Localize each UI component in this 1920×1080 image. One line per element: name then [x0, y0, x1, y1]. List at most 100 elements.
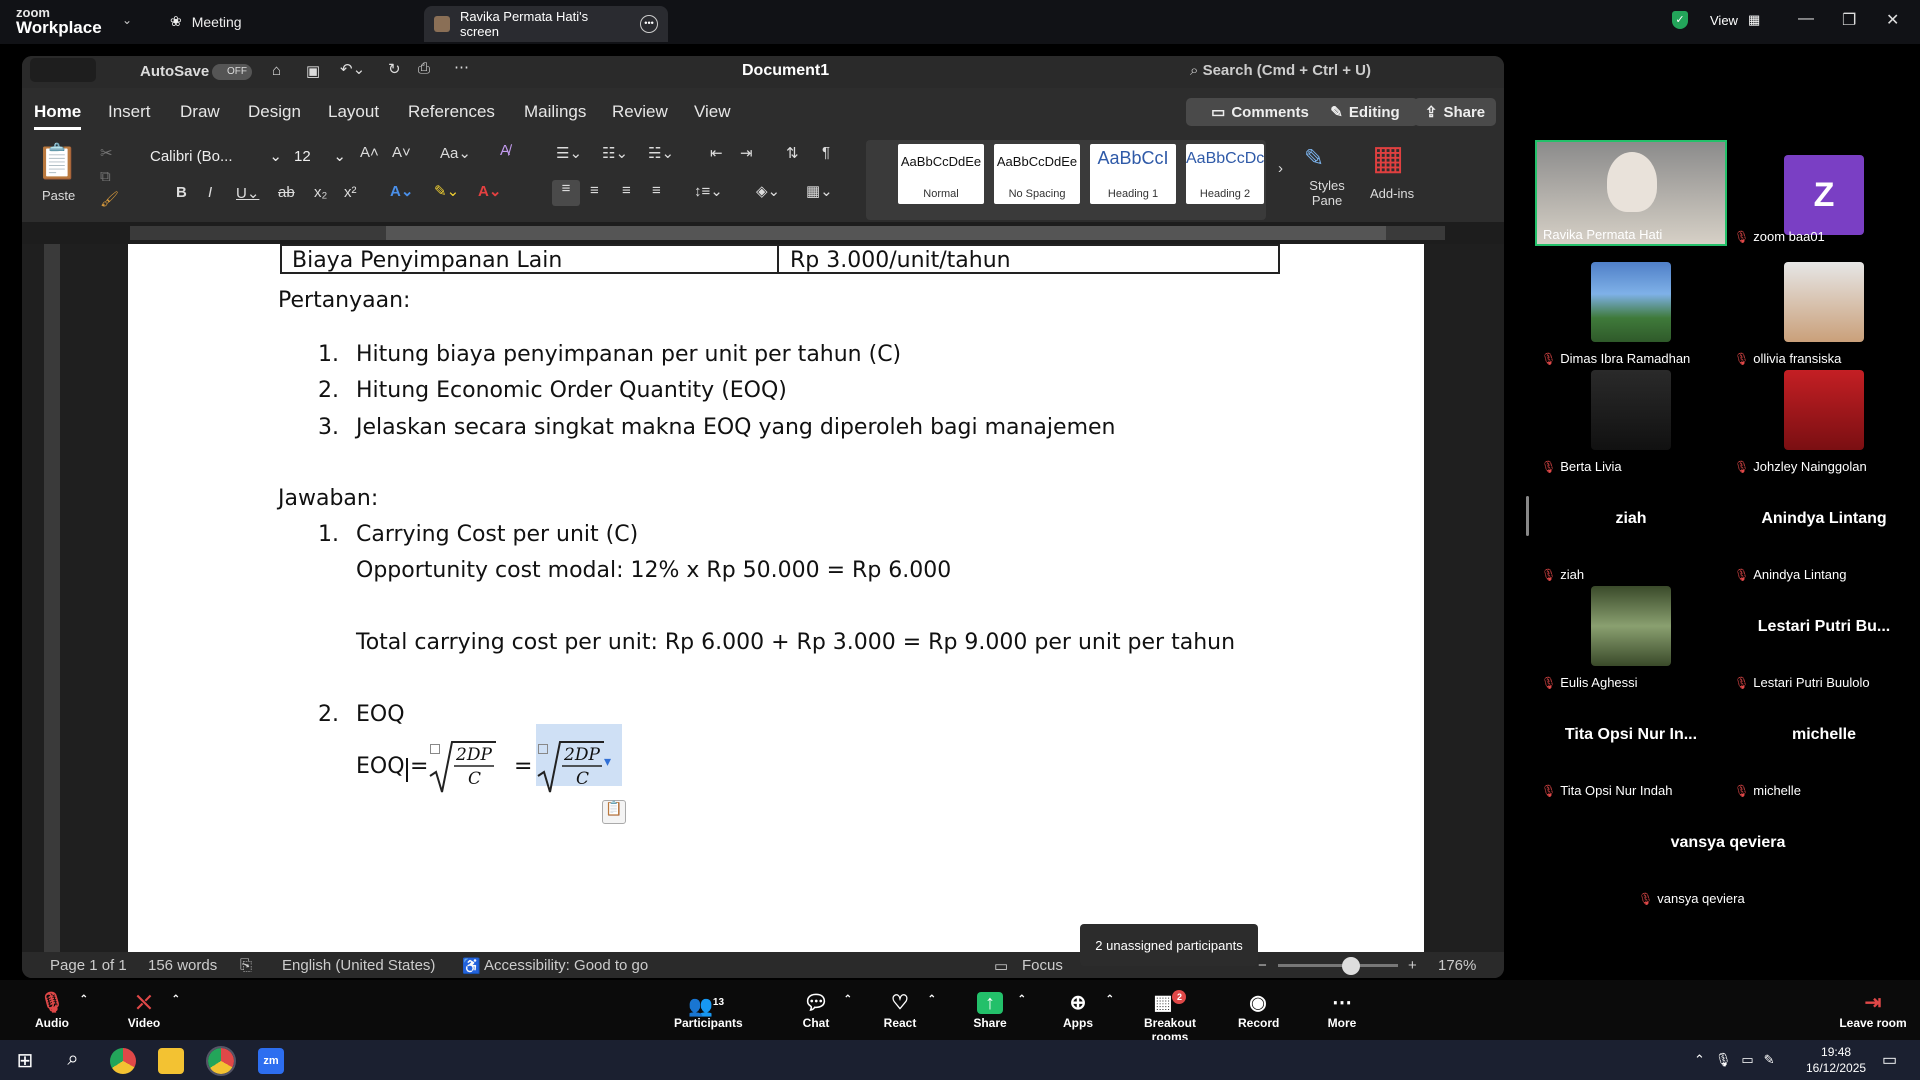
- editing-button[interactable]: ✎ Editing: [1312, 98, 1418, 126]
- file-explorer-icon[interactable]: [158, 1048, 184, 1074]
- decrease-indent-icon[interactable]: ⇤: [710, 144, 723, 162]
- restore-icon[interactable]: ❐: [1842, 10, 1856, 30]
- language-status[interactable]: English (United States): [282, 957, 435, 974]
- more-button[interactable]: ⋯ More: [1322, 990, 1362, 1030]
- line-spacing-icon[interactable]: ↕≡⌄: [694, 182, 723, 200]
- increase-indent-icon[interactable]: ⇥: [740, 144, 753, 162]
- font-size-select[interactable]: 12 ⌄: [290, 144, 350, 168]
- tab-design[interactable]: Design: [248, 102, 301, 122]
- strikethrough-icon[interactable]: ab: [278, 184, 295, 201]
- clock[interactable]: 19:48 16/12/2025: [1806, 1044, 1866, 1076]
- tab-mailings[interactable]: Mailings: [524, 102, 586, 122]
- font-name-select[interactable]: Calibri (Bo... ⌄: [146, 144, 286, 168]
- paste-label[interactable]: Paste: [42, 188, 75, 203]
- participant-tile[interactable]: Tita Opsi Nur In... 🎙︎ Tita Opsi Nur Inda…: [1535, 694, 1727, 800]
- participants-button[interactable]: 👥13 Participants: [674, 990, 743, 1030]
- system-tray-icons[interactable]: ⌃🎙︎▭✎: [1694, 1052, 1785, 1068]
- justify-icon[interactable]: ≡: [652, 182, 661, 199]
- breakout-rooms-button[interactable]: ▦ 2 Breakout rooms: [1126, 990, 1214, 1044]
- document-page[interactable]: Biaya Penyimpanan Lain Rp 3.000/unit/tah…: [128, 244, 1424, 952]
- copy-icon[interactable]: ⧉: [100, 168, 111, 185]
- cut-icon[interactable]: ✂: [100, 144, 113, 162]
- underline-icon[interactable]: U⌄: [236, 184, 259, 202]
- styles-pane-icon[interactable]: ✎: [1304, 144, 1324, 173]
- focus-button[interactable]: Focus: [1022, 957, 1063, 974]
- align-left-icon[interactable]: ≡: [552, 180, 580, 206]
- align-center-icon[interactable]: ≡: [590, 182, 599, 199]
- tab-review[interactable]: Review: [612, 102, 668, 122]
- participant-tile[interactable]: 🎙︎ Berta Livia: [1535, 370, 1727, 476]
- proofing-icon[interactable]: ⎘: [240, 957, 252, 974]
- zoom-level[interactable]: 176%: [1438, 957, 1476, 974]
- sidebar-toggle-icon[interactable]: [30, 58, 96, 82]
- tab-layout[interactable]: Layout: [328, 102, 379, 122]
- style-heading-2[interactable]: AaBbCcDc Heading 2: [1186, 144, 1264, 204]
- tab-draw[interactable]: Draw: [180, 102, 220, 122]
- subscript-icon[interactable]: x₂: [314, 184, 327, 201]
- search-icon[interactable]: ⌕: [60, 1048, 86, 1074]
- notification-icon[interactable]: ▭: [1882, 1050, 1897, 1070]
- page-count[interactable]: Page 1 of 1: [50, 957, 127, 974]
- autosave-toggle[interactable]: OFF: [212, 64, 252, 80]
- windows-start-icon[interactable]: ⊞: [12, 1048, 38, 1074]
- gallery-scrollbar[interactable]: [1526, 496, 1529, 536]
- bullets-icon[interactable]: ☰⌄: [556, 144, 582, 162]
- zoom-slider[interactable]: [1278, 964, 1398, 967]
- paste-options-icon[interactable]: 📋: [602, 800, 626, 824]
- chevron-right-icon[interactable]: ›: [1278, 160, 1283, 177]
- styles-pane-label[interactable]: Styles Pane: [1302, 178, 1352, 208]
- addins-icon[interactable]: ▦: [1372, 138, 1404, 178]
- more-options-icon[interactable]: •••: [640, 15, 658, 33]
- participant-tile[interactable]: michelle 🎙︎ michelle: [1728, 694, 1920, 800]
- audio-button[interactable]: 🎙︎ Audio ⌃: [32, 990, 88, 1030]
- equation-options-icon[interactable]: ▾: [604, 754, 611, 770]
- accessibility-status[interactable]: Accessibility: Good to go: [484, 957, 648, 974]
- shading-icon[interactable]: ◈⌄: [756, 182, 780, 200]
- chevron-up-icon[interactable]: ⌃: [1018, 994, 1026, 1005]
- participant-tile[interactable]: Z 🎙︎ zoom baa01: [1728, 140, 1920, 246]
- participant-tile[interactable]: 🎙︎ ollivia fransiska: [1728, 262, 1920, 368]
- highlight-icon[interactable]: ✎⌄: [434, 182, 459, 200]
- chevron-up-icon[interactable]: ⌃: [928, 994, 936, 1005]
- addins-label[interactable]: Add-ins: [1370, 186, 1414, 201]
- chat-button[interactable]: 💬︎ Chat ⌃: [796, 990, 852, 1030]
- style-no-spacing[interactable]: AaBbCcDdEe No Spacing: [994, 144, 1080, 204]
- tab-home[interactable]: Home: [34, 102, 82, 130]
- font-color-icon[interactable]: A⌄: [478, 182, 501, 200]
- tab-view[interactable]: View: [694, 102, 731, 122]
- shrink-font-icon[interactable]: A˅: [392, 144, 411, 161]
- share-screen-button[interactable]: ↑ Share ⌃: [970, 990, 1026, 1030]
- chevron-up-icon[interactable]: ⌃: [172, 994, 180, 1005]
- chevron-down-icon[interactable]: ⌄: [122, 13, 132, 27]
- shared-screen-tab[interactable]: Ravika Permata Hati's screen •••: [424, 6, 668, 42]
- home-icon[interactable]: ⌂: [272, 62, 281, 79]
- participant-tile[interactable]: ziah 🎙︎ ziah: [1535, 478, 1727, 584]
- zoom-app-icon[interactable]: zm: [258, 1048, 284, 1074]
- tab-insert[interactable]: Insert: [108, 102, 151, 122]
- redo-icon[interactable]: ↻: [388, 60, 401, 78]
- grow-font-icon[interactable]: A˄: [360, 144, 379, 161]
- close-icon[interactable]: ✕: [1886, 10, 1899, 30]
- participant-tile[interactable]: Lestari Putri Bu... 🎙︎ Lestari Putri Buul…: [1728, 586, 1920, 692]
- participant-tile[interactable]: vansya qeviera 🎙︎ vansya qeviera: [1632, 802, 1824, 908]
- meeting-tab[interactable]: ❀ Meeting: [170, 13, 242, 30]
- zoom-in-icon[interactable]: +: [1408, 957, 1417, 974]
- clear-format-icon[interactable]: A̸: [500, 142, 510, 159]
- chrome-icon[interactable]: [110, 1048, 136, 1074]
- chevron-up-icon[interactable]: ⌃: [1106, 994, 1114, 1005]
- word-count[interactable]: 156 words: [148, 957, 217, 974]
- print-icon[interactable]: ⎙: [418, 60, 430, 77]
- chevron-up-icon[interactable]: ⌃: [80, 994, 88, 1005]
- tab-references[interactable]: References: [408, 102, 495, 122]
- share-doc-button[interactable]: ⇪ Share: [1414, 98, 1496, 126]
- undo-icon[interactable]: ↶⌄: [340, 60, 365, 78]
- zoom-slider-thumb[interactable]: [1342, 957, 1360, 975]
- chrome-active-icon[interactable]: [206, 1046, 236, 1076]
- chevron-up-icon[interactable]: ⌃: [844, 994, 852, 1005]
- participant-tile[interactable]: 🎙︎ Johzley Nainggolan: [1728, 370, 1920, 476]
- video-button[interactable]: ⛌ Video ⌃: [124, 990, 180, 1030]
- style-heading-1[interactable]: AaBbCcI Heading 1: [1090, 144, 1176, 204]
- borders-icon[interactable]: ▦⌄: [806, 182, 833, 200]
- record-button[interactable]: ◉ Record: [1238, 990, 1279, 1030]
- sort-icon[interactable]: ⇅: [786, 144, 799, 162]
